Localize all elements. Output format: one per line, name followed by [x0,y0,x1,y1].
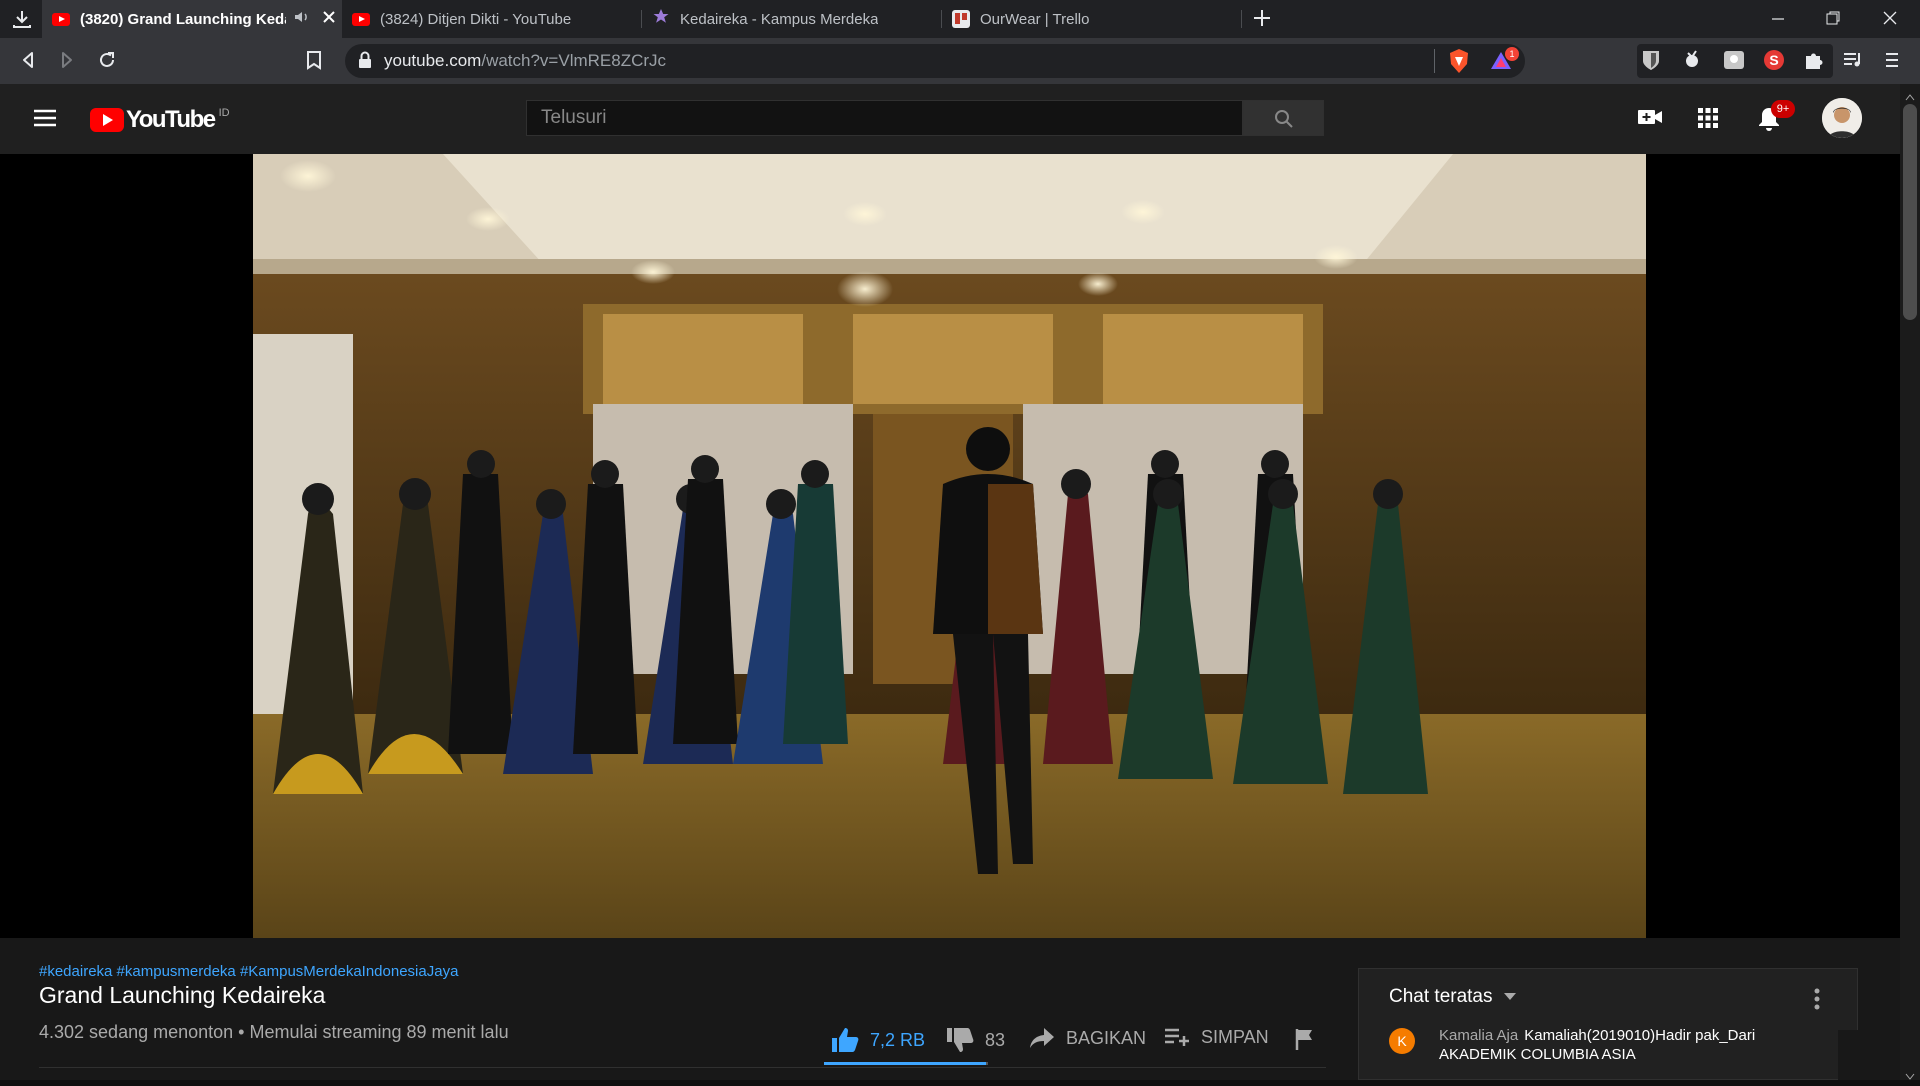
chat-message[interactable]: K Kamalia Aja Kamaliah(2019010)Hadir pak_… [1389,1026,1799,1064]
tab-title: Kedaireka - Kampus Merdeka [680,10,879,28]
thumbs-up-icon [832,1028,859,1052]
report-flag-icon[interactable] [1294,1027,1316,1056]
browser-menu-icon[interactable] [1884,50,1900,75]
guide-menu-icon[interactable] [32,107,58,134]
scrollbar-thumb[interactable] [1903,104,1917,320]
chat-scrollbar[interactable] [1838,1030,1858,1080]
video-view-info: 4.302 sedang menonton • Memulai streamin… [39,1022,509,1042]
divider [39,1067,1326,1068]
like-count: 7,2 RB [870,1029,926,1050]
media-queue-icon[interactable] [1842,50,1864,75]
minimize-button[interactable] [1770,10,1786,31]
trello-icon [952,10,970,28]
extension-bird-icon[interactable] [1682,49,1702,76]
avatar[interactable] [1822,98,1862,138]
close-window-button[interactable] [1882,10,1898,31]
speaker-icon[interactable] [294,10,310,28]
save-label: SIMPAN [1201,1026,1269,1047]
brave-shields-icon[interactable] [1448,48,1470,79]
extension-screen-icon[interactable] [1723,49,1745,76]
chat-author-avatar: K [1389,1028,1415,1054]
new-tab-button[interactable] [1252,8,1272,33]
rewards-badge: 1 [1505,47,1519,61]
svg-text:S: S [1769,52,1778,68]
sentiment-bar-fill [824,1062,987,1065]
playlist-add-icon [1165,1028,1189,1046]
omnibox-divider [1434,49,1435,73]
search-icon [1274,109,1294,134]
youtube-logo[interactable]: YouTube ID [90,106,230,134]
chat-mode-label: Chat teratas [1389,986,1493,1007]
tab-title: (3824) Ditjen Dikti - YouTube [380,10,572,28]
chat-author-name: Kamalia Aja [1439,1027,1519,1044]
region-code: ID [218,107,230,119]
notification-count-badge: 9+ [1771,100,1795,118]
sentiment-bar [824,1062,988,1065]
back-button[interactable] [18,50,38,75]
share-icon [1030,1028,1054,1048]
restore-button[interactable] [1825,10,1841,31]
chat-mode-dropdown[interactable]: Chat teratas [1389,986,1517,1008]
url-host: youtube.com [384,51,482,70]
choir-performance-scene [253,154,1646,938]
video-title: Grand Launching Kedaireka [39,982,326,1008]
save-button[interactable]: SIMPAN [1163,1026,1269,1048]
url-path: /watch?v=VlmRE8ZCrJc [481,51,667,70]
browser-tab-strip: (3820) Grand Launching Kedaireka (3824) … [0,0,1920,38]
bitwarden-icon[interactable] [1641,49,1661,76]
dislike-count: 83 [985,1029,1006,1050]
tab-title: (3820) Grand Launching Kedaireka [80,10,286,28]
more-options-icon[interactable] [1814,988,1820,1015]
youtube-icon [52,12,70,26]
extensions-puzzle-icon[interactable] [1803,49,1825,76]
tab-grand-launching[interactable]: (3820) Grand Launching Kedaireka [42,0,342,38]
forward-button[interactable] [57,50,77,75]
share-button[interactable]: BAGIKAN [1028,1026,1146,1050]
url-text[interactable]: youtube.com/watch?v=VlmRE8ZCrJc [384,50,666,72]
create-video-icon[interactable] [1636,106,1664,133]
video-hashtags[interactable]: #kedaireka #kampusmerdeka #KampusMerdeka… [39,963,458,980]
lock-icon[interactable] [358,51,372,74]
reload-button[interactable] [97,50,117,75]
tab-ditjen-dikti[interactable]: (3824) Ditjen Dikti - YouTube [342,0,642,38]
scroll-down-icon[interactable] [1905,1068,1915,1086]
video-frame[interactable] [253,154,1646,938]
share-label: BAGIKAN [1066,1027,1147,1048]
search-button[interactable] [1243,100,1324,136]
tab-kedaireka[interactable]: Kedaireka - Kampus Merdeka [642,0,942,38]
chevron-down-icon [1503,986,1517,1008]
tab-trello[interactable]: OurWear | Trello [942,0,1242,38]
tab-divider [1241,10,1242,28]
search-input[interactable]: Telusuri [526,100,1243,136]
thumbs-down-icon [947,1028,974,1052]
extension-s-icon[interactable]: S [1763,49,1785,76]
like-button[interactable]: 7,2 RB [830,1026,925,1054]
download-icon[interactable] [11,8,33,35]
bookmark-icon[interactable] [305,50,323,75]
apps-grid-icon[interactable] [1697,107,1719,134]
youtube-play-icon [90,108,124,132]
youtube-icon [352,12,370,26]
tab-title: OurWear | Trello [980,10,1090,28]
youtube-wordmark: YouTube [126,106,216,133]
close-icon[interactable] [322,10,336,28]
dislike-button[interactable]: 83 [945,1026,1005,1054]
kedaireka-icon [652,8,670,30]
